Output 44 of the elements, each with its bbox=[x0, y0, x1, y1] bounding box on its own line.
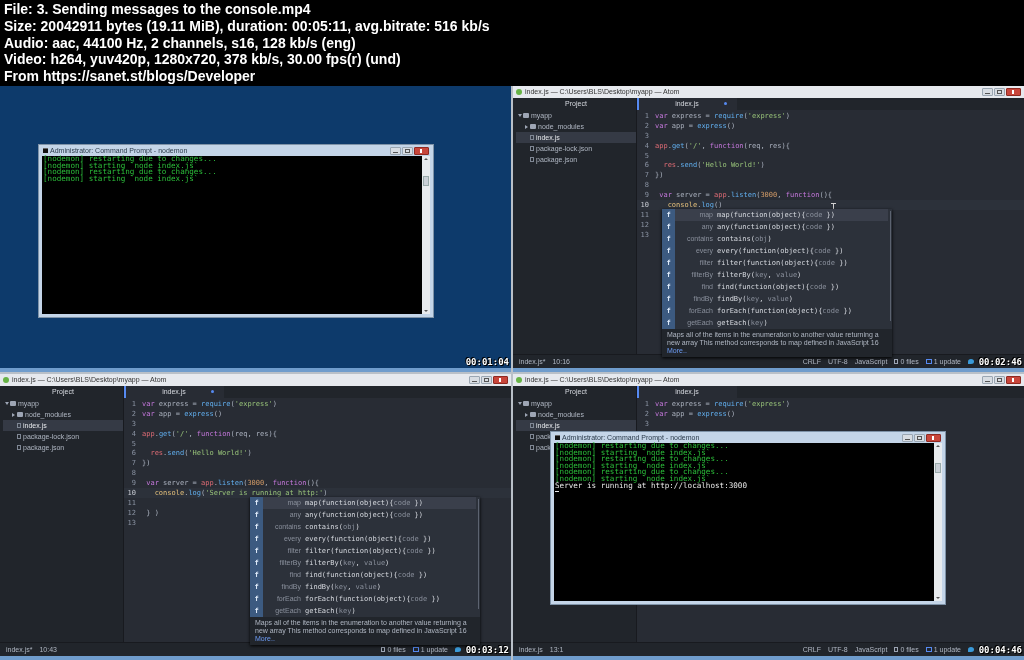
file-icon bbox=[530, 157, 534, 162]
metadata-line: Video: h264, yuv420p, 1280x720, 378 kb/s, 30.00 fps(r) (und) bbox=[4, 51, 401, 69]
app-icon bbox=[516, 377, 522, 383]
minimize-button[interactable] bbox=[982, 376, 993, 384]
minimize-button[interactable] bbox=[982, 88, 993, 96]
close-button[interactable] bbox=[1006, 88, 1021, 96]
file-icon bbox=[894, 359, 899, 364]
file-icon bbox=[17, 445, 21, 450]
app-icon bbox=[3, 377, 9, 383]
timestamp: 00:02:46 bbox=[978, 357, 1022, 367]
maximize-button[interactable] bbox=[994, 376, 1005, 384]
package-icon bbox=[412, 647, 419, 652]
close-button[interactable] bbox=[1006, 376, 1021, 384]
app-icon bbox=[516, 89, 522, 95]
timestamp: 00:04:46 bbox=[978, 645, 1022, 655]
maximize-button[interactable] bbox=[402, 146, 413, 155]
maximize-button[interactable] bbox=[994, 88, 1005, 96]
file-icon bbox=[894, 647, 899, 652]
file-icon bbox=[530, 146, 534, 151]
metadata-line: Size: 20042911 bytes (19.11 MiB), duration: 00:05:11, avg.bitrate: 516 kb/s bbox=[4, 17, 490, 35]
timestamp: 00:03:12 bbox=[465, 645, 509, 655]
minimize-button[interactable] bbox=[390, 146, 401, 155]
minimize-button[interactable] bbox=[902, 433, 913, 442]
file-icon bbox=[530, 423, 534, 428]
minimize-button[interactable] bbox=[469, 376, 480, 384]
package-icon bbox=[925, 647, 932, 652]
close-button[interactable] bbox=[414, 146, 429, 155]
console-icon bbox=[555, 435, 560, 440]
metadata-line: From https://sanet.st/blogs/Developer bbox=[4, 68, 256, 85]
file-icon bbox=[17, 434, 21, 439]
maximize-button[interactable] bbox=[481, 376, 492, 384]
package-icon bbox=[925, 359, 932, 364]
file-icon bbox=[530, 434, 534, 439]
maximize-button[interactable] bbox=[914, 433, 925, 442]
file-icon bbox=[17, 423, 21, 428]
file-icon bbox=[381, 647, 386, 652]
metadata-line: File: 3. Sending messages to the console.mp4 bbox=[4, 1, 311, 18]
metadata-line: Audio: aac, 44100 Hz, 2 channels, s16, 128 kb/s (eng) bbox=[4, 34, 356, 52]
timestamp: 00:01:04 bbox=[465, 357, 509, 367]
console-icon bbox=[43, 148, 48, 153]
close-button[interactable] bbox=[926, 433, 941, 442]
close-button[interactable] bbox=[493, 376, 508, 384]
file-icon bbox=[530, 445, 534, 450]
file-icon bbox=[530, 135, 534, 140]
